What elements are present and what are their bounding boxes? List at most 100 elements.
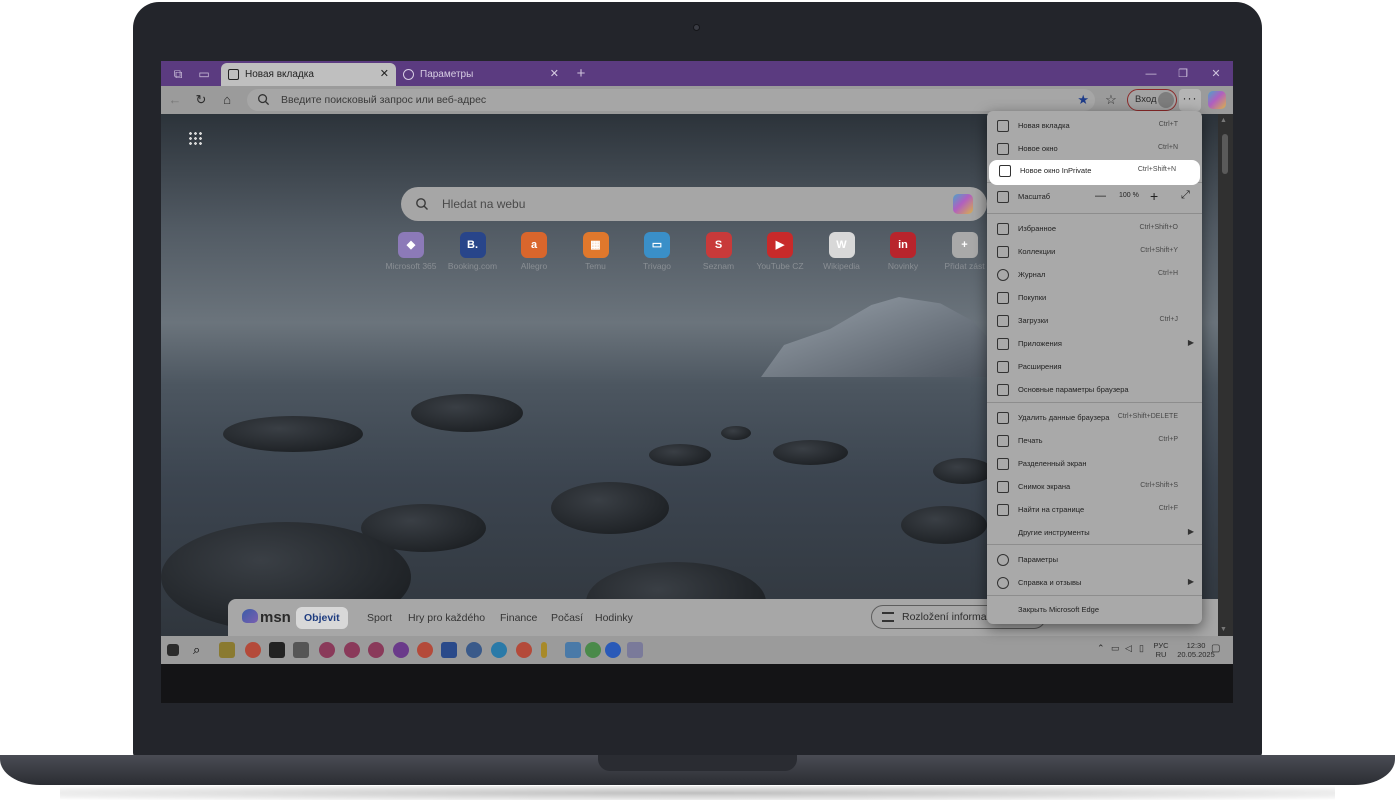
clock[interactable]: 12:30 20.05.2025	[1176, 641, 1216, 659]
menu-item[interactable]: Новое окно InPrivate Ctrl+Shift+N	[989, 160, 1200, 185]
menu-item[interactable]: Основные параметры браузера	[987, 379, 1202, 402]
menu-item[interactable]: Коллекции Ctrl+Shift+Y	[987, 241, 1202, 264]
quick-link-tile[interactable]: a Allegro	[503, 232, 565, 276]
refresh-icon[interactable]: ↻	[193, 92, 209, 108]
chrome-icon[interactable]	[417, 642, 433, 658]
app-icon[interactable]	[319, 642, 335, 658]
msn-tab-games[interactable]: Hry pro každého	[408, 612, 485, 624]
app-icon[interactable]	[441, 642, 457, 658]
app-launcher-icon[interactable]	[188, 131, 202, 145]
menu-item[interactable]: Новая вкладка Ctrl+T	[987, 115, 1202, 138]
zoom-out-icon[interactable]: —	[1095, 190, 1106, 202]
app-icon[interactable]	[393, 642, 409, 658]
minimize-icon[interactable]: —	[1142, 65, 1160, 83]
app-icon[interactable]	[466, 642, 482, 658]
tab-settings[interactable]: Параметры ✕	[396, 63, 566, 86]
restore-icon[interactable]: ❐	[1174, 65, 1192, 83]
calculator-icon[interactable]	[293, 642, 309, 658]
copilot-icon[interactable]	[953, 194, 973, 214]
copilot-icon[interactable]	[1208, 91, 1226, 109]
background-rock	[933, 458, 993, 484]
close-window-icon[interactable]: ✕	[1207, 65, 1225, 83]
menu-item[interactable]: Закрыть Microsoft Edge	[987, 599, 1202, 622]
tab-new-tab[interactable]: Новая вкладка ✕	[221, 63, 396, 86]
quick-link-tile[interactable]: ▦ Temu	[565, 232, 627, 276]
tray-chevron-icon[interactable]: ⌃	[1097, 644, 1105, 653]
web-search-box[interactable]: Hledat na webu	[401, 187, 987, 221]
quick-link-tile[interactable]: ◆ Microsoft 365	[380, 232, 442, 276]
sign-in-button[interactable]: Вход	[1127, 89, 1177, 111]
menu-item[interactable]: Расширения	[987, 356, 1202, 379]
menu-item-label: Основные параметры браузера	[1018, 385, 1129, 394]
fullscreen-icon[interactable]: ⤢	[1181, 189, 1190, 202]
tab-actions-icon[interactable]: ▭	[196, 66, 212, 82]
back-arrow-icon[interactable]: ←	[167, 92, 183, 108]
edge-icon[interactable]	[491, 642, 507, 658]
chrome-icon[interactable]	[516, 642, 532, 658]
language-indicator[interactable]: РУС RU	[1151, 641, 1171, 659]
close-tab-icon[interactable]: ✕	[380, 63, 389, 86]
favorites-icon[interactable]: ☆	[1103, 92, 1119, 108]
menu-item-label: Новое окно InPrivate	[1020, 166, 1092, 175]
scroll-down-icon[interactable]: ▼	[1220, 626, 1227, 633]
quick-link-tile[interactable]: in Novinky	[872, 232, 934, 276]
msn-tab-finance[interactable]: Finance	[500, 612, 537, 624]
menu-item[interactable]: Избранное Ctrl+Shift+O	[987, 218, 1202, 241]
scroll-up-icon[interactable]: ▲	[1220, 117, 1227, 124]
menu-item[interactable]: Приложения ▶	[987, 333, 1202, 356]
menu-item[interactable]: Найти на странице Ctrl+F	[987, 499, 1202, 522]
new-tab-plus-icon[interactable]: +	[573, 66, 589, 82]
zoom-icon	[997, 191, 1009, 203]
menu-item[interactable]: Удалить данные браузера Ctrl+Shift+DELETE	[987, 407, 1202, 430]
msn-tab-weather[interactable]: Počasí	[551, 612, 583, 624]
zoom-in-icon[interactable]: +	[1150, 188, 1158, 204]
workspaces-icon[interactable]: ⧉	[170, 66, 186, 82]
chrome-icon[interactable]	[245, 642, 261, 658]
menu-item[interactable]: Масштаб — 100 % + ⤢	[987, 186, 1202, 209]
quick-link-tile[interactable]: W Wikipedia	[811, 232, 873, 276]
menu-item[interactable]: Справка и отзывы ▶	[987, 572, 1202, 595]
app-icon[interactable]	[627, 642, 643, 658]
app-icon[interactable]	[605, 642, 621, 658]
store-icon[interactable]	[219, 642, 235, 658]
menu-item-shortcut: Ctrl+Shift+DELETE	[1117, 413, 1178, 420]
menu-item[interactable]: Параметры	[987, 549, 1202, 572]
favorite-star-icon[interactable]: ★	[1077, 92, 1089, 108]
app-icon[interactable]	[269, 642, 285, 658]
quick-link-tile[interactable]: S Seznam	[688, 232, 750, 276]
menu-item[interactable]: Другие инструменты ▶	[987, 522, 1202, 545]
menu-item[interactable]: Разделенный экран	[987, 453, 1202, 476]
scrollbar-thumb[interactable]	[1222, 134, 1228, 174]
page-scrollbar[interactable]: ▲ ▼	[1218, 114, 1233, 636]
quick-link-tile[interactable]: ▭ Trivago	[626, 232, 688, 276]
msn-tab-discover[interactable]: Objevit	[296, 607, 348, 629]
menu-item[interactable]: Загрузки Ctrl+J	[987, 310, 1202, 333]
settings-and-more-button[interactable]: ···	[1179, 89, 1201, 111]
quick-link-tile[interactable]: ▶ YouTube CZ	[749, 232, 811, 276]
home-icon[interactable]: ⌂	[219, 92, 235, 108]
app-icon[interactable]	[585, 642, 601, 658]
windows-start-icon[interactable]	[167, 644, 179, 656]
profile-avatar-icon	[1158, 92, 1174, 108]
address-bar[interactable]: Введите поисковый запрос или веб-адрес ★	[247, 89, 1095, 111]
battery-icon[interactable]: ▯	[1139, 644, 1144, 653]
menu-item[interactable]: Журнал Ctrl+H	[987, 264, 1202, 287]
menu-item[interactable]: Новое окно Ctrl+N	[987, 138, 1202, 161]
volume-icon[interactable]: ◁	[1125, 644, 1132, 653]
notifications-icon[interactable]: ▢	[1211, 644, 1220, 654]
quick-link-tile[interactable]: B. Booking.com	[442, 232, 504, 276]
app-icon[interactable]	[368, 642, 384, 658]
network-icon[interactable]: ▭	[1111, 644, 1120, 653]
msn-tab-sport[interactable]: Sport	[367, 612, 392, 624]
menu-item[interactable]: Снимок экрана Ctrl+Shift+S	[987, 476, 1202, 499]
menu-item[interactable]: Покупки	[987, 287, 1202, 310]
close-tab-icon[interactable]: ✕	[550, 63, 559, 86]
search-icon[interactable]: ⌕	[193, 642, 209, 658]
file-explorer-icon[interactable]	[541, 642, 547, 658]
menu-item[interactable]: Печать Ctrl+P	[987, 430, 1202, 453]
menu-item-label: Печать	[1018, 436, 1043, 445]
app-icon[interactable]	[344, 642, 360, 658]
msn-logo[interactable]: msn	[242, 609, 291, 626]
app-icon[interactable]	[565, 642, 581, 658]
msn-tab-watches[interactable]: Hodinky	[595, 612, 633, 624]
